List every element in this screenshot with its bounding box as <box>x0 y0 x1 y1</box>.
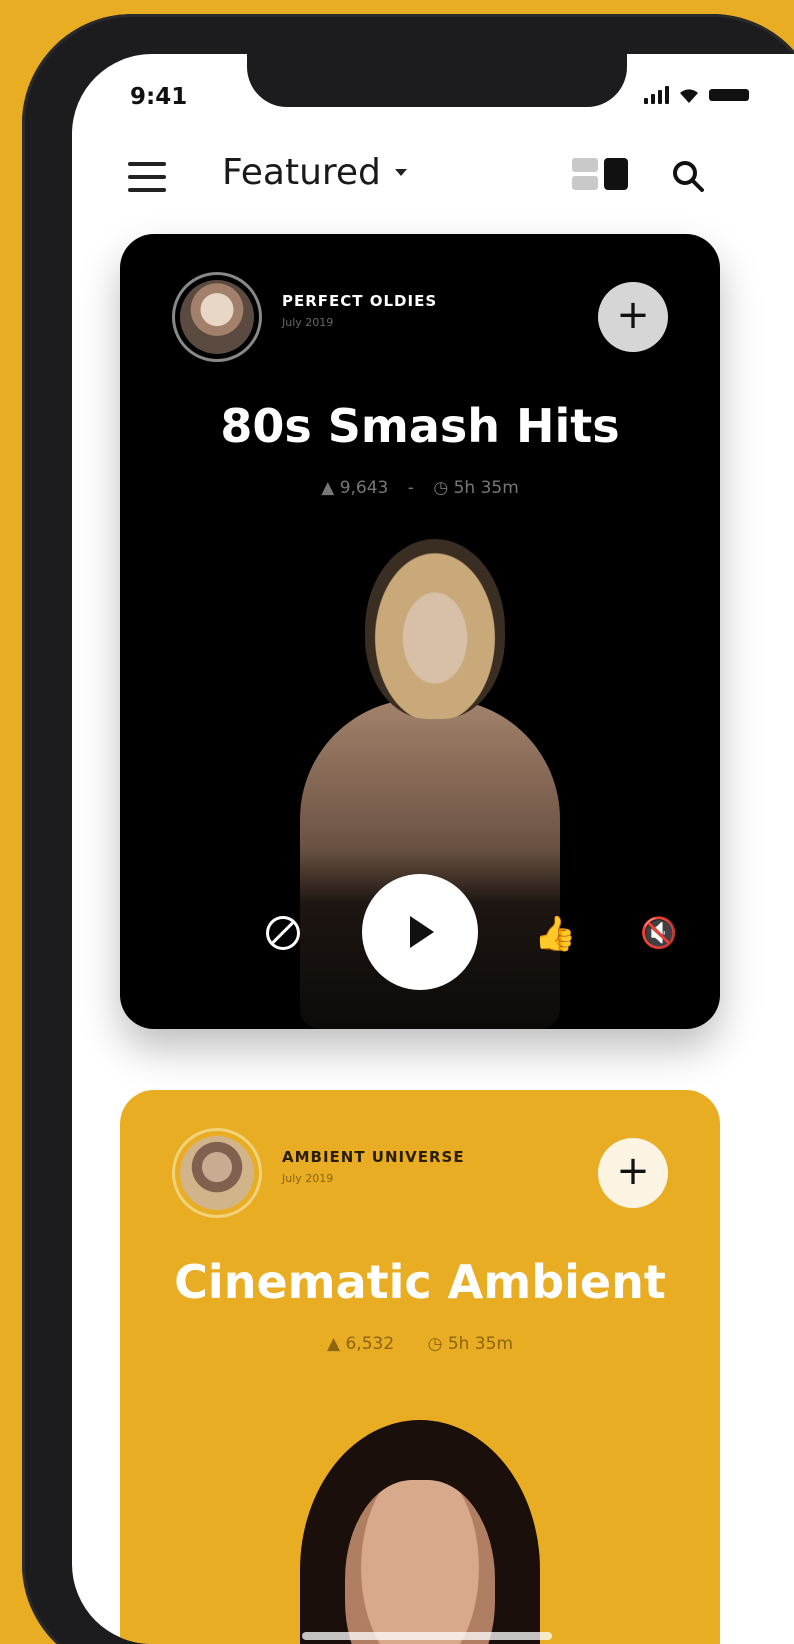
top-bar: Featured <box>72 152 794 212</box>
signal-icon <box>644 86 669 104</box>
playlist-title: 80s Smash Hits <box>220 399 620 453</box>
playlist-card[interactable]: AMBIENT UNIVERSE July 2019 + Cinematic A… <box>120 1090 720 1644</box>
play-button[interactable] <box>362 874 478 990</box>
channel-name[interactable]: PERFECT OLDIES <box>282 292 437 310</box>
playlist-meta: ▲ 9,643 - ◷ 5h 35m <box>120 478 720 498</box>
add-button[interactable]: + <box>598 1138 668 1208</box>
cover-image <box>300 1420 540 1644</box>
clock-icon: ◷ <box>433 478 449 498</box>
wifi-icon <box>680 89 698 103</box>
playlist-title: Cinematic Ambient <box>174 1255 666 1309</box>
clock-icon: ◷ <box>427 1334 443 1354</box>
list-view-icon[interactable] <box>572 158 598 190</box>
battery-icon <box>709 89 749 101</box>
page-title: Featured <box>222 152 381 193</box>
like-icon[interactable]: 👍 <box>534 914 576 954</box>
avatar[interactable] <box>172 1128 262 1218</box>
channel-date: July 2019 <box>282 1172 334 1185</box>
avatar[interactable] <box>172 272 262 362</box>
meta-separator: - <box>407 478 414 498</box>
duration: 5h 35m <box>447 1334 513 1354</box>
avatar-image <box>180 1136 254 1210</box>
mute-icon[interactable]: 🔇 <box>640 916 677 951</box>
feed-selector[interactable]: Featured <box>222 152 407 193</box>
channel-name[interactable]: AMBIENT UNIVERSE <box>282 1148 465 1166</box>
channel-date: July 2019 <box>282 316 334 329</box>
duration: 5h 35m <box>453 478 519 498</box>
likes-count: 6,532 <box>345 1334 395 1354</box>
status-icons <box>644 84 749 106</box>
playlist-meta: ▲ 6,532 ◷ 5h 35m <box>120 1334 720 1354</box>
card-view-icon[interactable] <box>604 158 628 190</box>
likes-count: 9,643 <box>339 478 389 498</box>
hamburger-icon[interactable] <box>128 162 166 192</box>
search-icon[interactable] <box>670 158 706 194</box>
likes-icon: ▲ <box>327 1334 341 1354</box>
likes-icon: ▲ <box>321 478 335 498</box>
home-indicator[interactable] <box>302 1632 552 1640</box>
avatar-image <box>180 280 254 354</box>
player-controls: 👍 🔇 <box>120 874 720 994</box>
add-button[interactable]: + <box>598 282 668 352</box>
block-icon[interactable] <box>266 916 300 950</box>
playlist-card[interactable]: PERFECT OLDIES July 2019 + 80s Smash Hit… <box>120 234 720 1029</box>
phone-frame: 9:41 Featured PERFECT OLDIES July 2019 +… <box>22 14 794 1644</box>
view-toggle-icon[interactable] <box>572 158 628 190</box>
chevron-down-icon <box>394 169 407 176</box>
device-notch <box>247 54 627 107</box>
app-screen: 9:41 Featured PERFECT OLDIES July 2019 +… <box>72 54 794 1644</box>
status-time: 9:41 <box>130 84 188 110</box>
